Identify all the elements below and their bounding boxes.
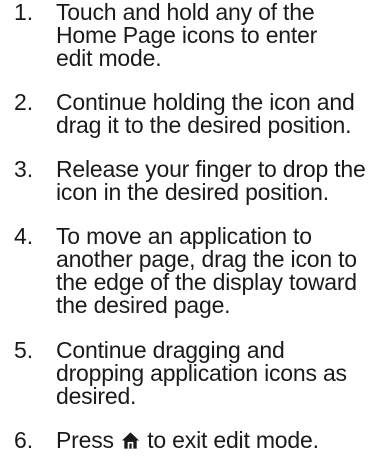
step-number: 4. [14, 223, 34, 249]
step-text: Continue dragging and dropping applicati… [56, 337, 347, 409]
step-text: Release your finger to drop the icon in … [56, 156, 366, 205]
step-text: Touch and hold any of the Home Page icon… [56, 0, 318, 71]
step-text: To move an application to another page, … [56, 223, 357, 318]
step-3: 3. Release your finger to drop the icon … [0, 158, 385, 204]
step-6: 6. Press to exit edit mode. [0, 429, 385, 452]
step-number: 1. [14, 0, 34, 25]
step-text: Press to exit edit mode. [56, 429, 385, 452]
step-4: 4. To move an application to another pag… [0, 225, 385, 317]
step-number: 6. [14, 427, 34, 453]
step-text: Continue holding the icon and drag it to… [56, 89, 355, 138]
step-2: 2. Continue holding the icon and drag it… [0, 91, 385, 137]
step-5: 5. Continue dragging and dropping applic… [0, 339, 385, 408]
step-1: 1. Touch and hold any of the Home Page i… [0, 1, 385, 70]
step-number: 3. [14, 156, 34, 182]
step-number: 5. [14, 337, 34, 363]
home-icon [121, 432, 140, 449]
step-text-after: to exit edit mode. [147, 427, 319, 453]
step-number: 2. [14, 89, 34, 115]
step-text-before: Press [56, 427, 114, 453]
